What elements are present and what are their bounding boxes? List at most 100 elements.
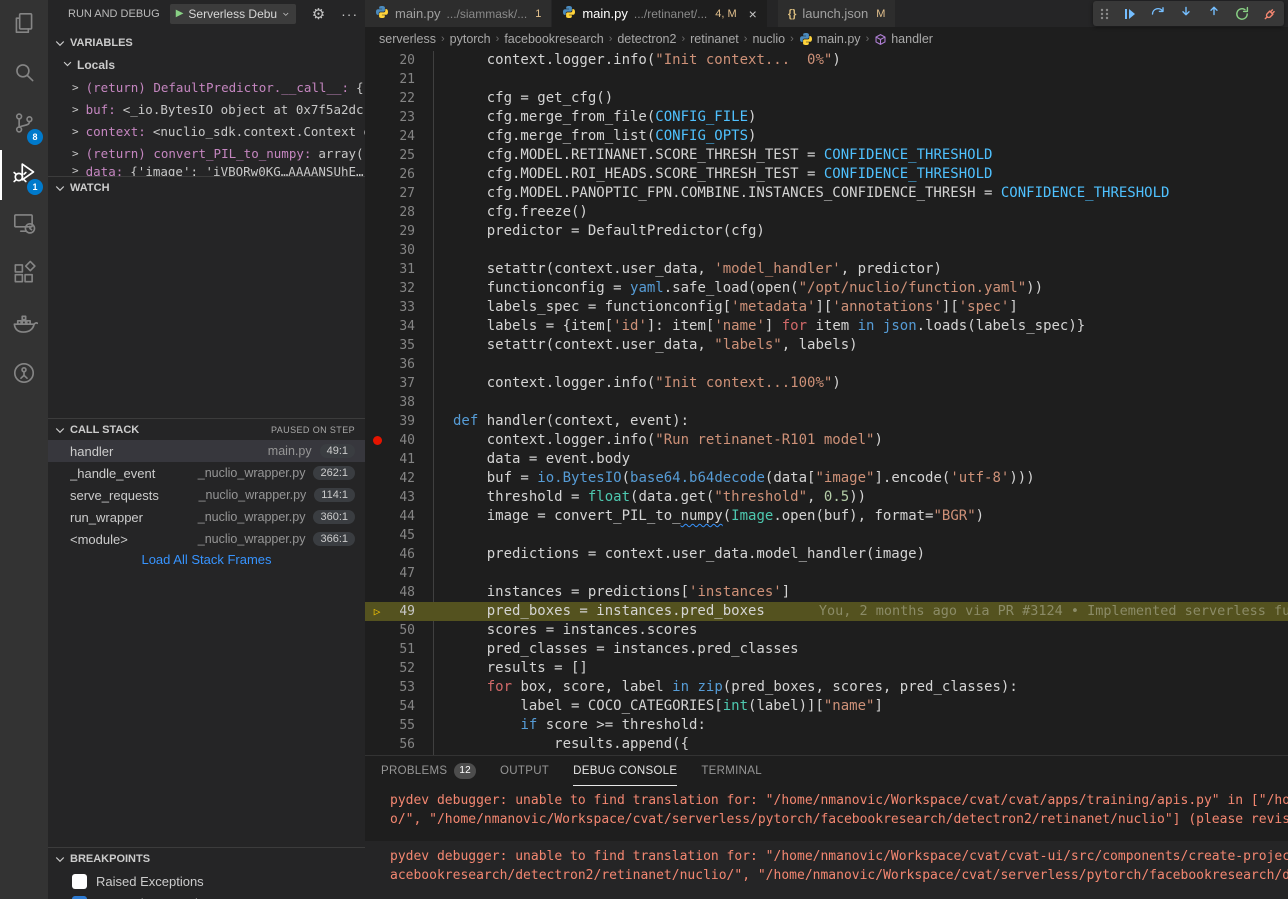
line-number[interactable]: 37 <box>389 374 415 393</box>
line-number[interactable]: 28 <box>389 203 415 222</box>
code-line-41[interactable]: 41 data = event.body <box>365 450 1288 469</box>
call-stack-frame[interactable]: serve_requests_nuclio_wrapper.py114:1 <box>48 484 365 506</box>
breadcrumb-item-detectron2[interactable]: detectron2 <box>617 32 676 46</box>
activity-item-run-and-debug[interactable]: 1 <box>0 150 48 200</box>
code-line-47[interactable]: 47 <box>365 564 1288 583</box>
code-line-23[interactable]: 23 cfg.merge_from_file(CONFIG_FILE) <box>365 108 1288 127</box>
code-line-45[interactable]: 45 <box>365 526 1288 545</box>
line-number[interactable]: 21 <box>389 70 415 89</box>
variable-row[interactable]: >(return) DefaultPredictor.__call__:{'in… <box>48 76 365 98</box>
activity-item-source-control[interactable]: 8 <box>0 100 48 150</box>
code-line-28[interactable]: 28 cfg.freeze() <box>365 203 1288 222</box>
line-number[interactable]: 46 <box>389 545 415 564</box>
code-line-50[interactable]: 50 scores = instances.scores <box>365 621 1288 640</box>
editor-tab-launch-json[interactable]: {}launch.jsonM <box>778 0 897 27</box>
line-number[interactable]: 23 <box>389 108 415 127</box>
line-number[interactable]: 47 <box>389 564 415 583</box>
breadcrumb-item-handler[interactable]: handler <box>874 32 933 46</box>
call-stack-frame[interactable]: handlermain.py49:1 <box>48 440 365 462</box>
code-line-46[interactable]: 46 predictions = context.user_data.model… <box>365 545 1288 564</box>
code-line-31[interactable]: 31 setattr(context.user_data, 'model_han… <box>365 260 1288 279</box>
breakpoints-section-header[interactable]: BREAKPOINTS <box>48 848 365 870</box>
code-line-54[interactable]: 54 label = COCO_CATEGORIES[int(label)]["… <box>365 697 1288 716</box>
step-out-button[interactable] <box>1206 6 1222 22</box>
call-stack-frame[interactable]: _handle_event_nuclio_wrapper.py262:1 <box>48 462 365 484</box>
variable-row[interactable]: >context:<nuclio_sdk.context.Context obj… <box>48 120 365 142</box>
code-line-40[interactable]: 40 context.logger.info("Run retinanet-R1… <box>365 431 1288 450</box>
line-number[interactable]: 43 <box>389 488 415 507</box>
line-number[interactable]: 49 <box>389 602 415 621</box>
watch-section-header[interactable]: WATCH <box>48 176 365 198</box>
code-line-42[interactable]: 42 buf = io.BytesIO(base64.b64decode(dat… <box>365 469 1288 488</box>
panel-tab-problems[interactable]: PROBLEMS12 <box>381 756 476 786</box>
close-icon[interactable]: × <box>749 7 757 21</box>
line-number[interactable]: 50 <box>389 621 415 640</box>
code-line-49[interactable]: ▷49 pred_boxes = instances.pred_boxesYou… <box>365 602 1288 621</box>
line-number[interactable]: 29 <box>389 222 415 241</box>
code-line-48[interactable]: 48 instances = predictions['instances'] <box>365 583 1288 602</box>
breadcrumb-item-nuclio[interactable]: nuclio <box>752 32 785 46</box>
breadcrumb-item-serverless[interactable]: serverless <box>379 32 436 46</box>
line-number[interactable]: 33 <box>389 298 415 317</box>
code-line-27[interactable]: 27 cfg.MODEL.PANOPTIC_FPN.COMBINE.INSTAN… <box>365 184 1288 203</box>
editor-tab-main-py[interactable]: main.py.../siammask/...1 <box>365 0 552 27</box>
activity-item-extensions[interactable] <box>0 250 48 300</box>
line-number[interactable]: 51 <box>389 640 415 659</box>
code-line-56[interactable]: 56 results.append({ <box>365 735 1288 754</box>
variable-row[interactable]: >buf:<_io.BytesIO object at 0x7f5a2dc1ec… <box>48 98 365 120</box>
activity-item-docker[interactable] <box>0 300 48 350</box>
line-number[interactable]: 26 <box>389 165 415 184</box>
code-line-37[interactable]: 37 context.logger.info("Init context...1… <box>365 374 1288 393</box>
line-number[interactable]: 52 <box>389 659 415 678</box>
activity-item-live-share[interactable] <box>0 350 48 400</box>
line-number[interactable]: 56 <box>389 735 415 754</box>
step-into-button[interactable] <box>1178 6 1194 22</box>
breadcrumb-item-main-py[interactable]: main.py <box>799 32 861 46</box>
panel-tab-terminal[interactable]: TERMINAL <box>701 756 762 786</box>
code-line-25[interactable]: 25 cfg.MODEL.RETINANET.SCORE_THRESH_TEST… <box>365 146 1288 165</box>
call-stack-frame[interactable]: <module>_nuclio_wrapper.py366:1 <box>48 528 365 550</box>
line-number[interactable]: 34 <box>389 317 415 336</box>
launch-config-dropdown[interactable]: ▶ Serverless Debu <box>170 4 296 24</box>
gear-icon[interactable]: ⚙ <box>312 5 325 23</box>
drag-grip-icon[interactable] <box>1099 6 1110 22</box>
code-editor[interactable]: 20 context.logger.info("Init context... … <box>365 51 1288 755</box>
line-number[interactable]: 25 <box>389 146 415 165</box>
activity-item-explorer[interactable] <box>0 0 48 50</box>
activity-item-search[interactable] <box>0 50 48 100</box>
variable-row[interactable]: >data:{'image': 'iVBORw0KG…AAAANSUhE… <box>48 164 365 176</box>
code-line-32[interactable]: 32 functionconfig = yaml.safe_load(open(… <box>365 279 1288 298</box>
call-stack-frame[interactable]: run_wrapper_nuclio_wrapper.py360:1 <box>48 506 365 528</box>
load-all-stack-frames-link[interactable]: Load All Stack Frames <box>48 552 365 572</box>
step-over-button[interactable] <box>1150 6 1166 22</box>
line-number[interactable]: 42 <box>389 469 415 488</box>
line-number[interactable]: 55 <box>389 716 415 735</box>
activity-item-remote-explorer[interactable] <box>0 200 48 250</box>
line-number[interactable]: 45 <box>389 526 415 545</box>
code-line-39[interactable]: 39def handler(context, event): <box>365 412 1288 431</box>
line-number[interactable]: 35 <box>389 336 415 355</box>
line-number[interactable]: 27 <box>389 184 415 203</box>
code-line-24[interactable]: 24 cfg.merge_from_list(CONFIG_OPTS) <box>365 127 1288 146</box>
code-line-51[interactable]: 51 pred_classes = instances.pred_classes <box>365 640 1288 659</box>
line-number[interactable]: 31 <box>389 260 415 279</box>
code-line-33[interactable]: 33 labels_spec = functionconfig['metadat… <box>365 298 1288 317</box>
code-line-21[interactable]: 21 <box>365 70 1288 89</box>
code-line-43[interactable]: 43 threshold = float(data.get("threshold… <box>365 488 1288 507</box>
code-line-35[interactable]: 35 setattr(context.user_data, "labels", … <box>365 336 1288 355</box>
line-number[interactable]: 36 <box>389 355 415 374</box>
breakpoint-row[interactable]: ✓Uncaught Exceptions <box>48 892 365 899</box>
code-line-52[interactable]: 52 results = [] <box>365 659 1288 678</box>
variables-section-header[interactable]: VARIABLES <box>48 32 365 54</box>
code-line-44[interactable]: 44 image = convert_PIL_to_numpy(Image.op… <box>365 507 1288 526</box>
unchecked-checkbox[interactable] <box>72 874 87 889</box>
line-number[interactable]: 48 <box>389 583 415 602</box>
checked-checkbox[interactable]: ✓ <box>72 896 87 899</box>
line-number[interactable]: 24 <box>389 127 415 146</box>
line-number[interactable]: 53 <box>389 678 415 697</box>
line-number[interactable]: 20 <box>389 51 415 70</box>
code-line-55[interactable]: 55 if score >= threshold: <box>365 716 1288 735</box>
line-number[interactable]: 44 <box>389 507 415 526</box>
line-number[interactable]: 39 <box>389 412 415 431</box>
code-line-53[interactable]: 53 for box, score, label in zip(pred_box… <box>365 678 1288 697</box>
